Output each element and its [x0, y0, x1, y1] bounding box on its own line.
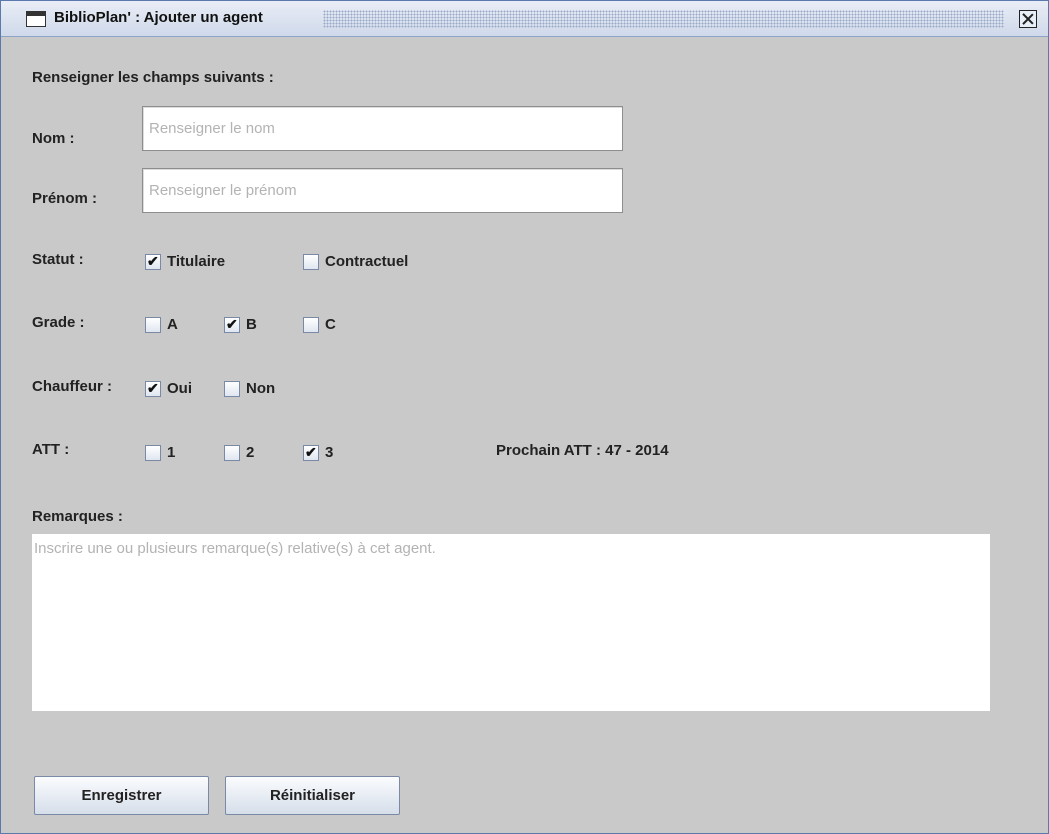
chauffeur-label: Chauffeur :: [32, 378, 112, 395]
checkbox-label: C: [325, 316, 336, 333]
checkbox-icon: [145, 444, 161, 461]
checkbox-label: 1: [167, 444, 176, 461]
checkbox-label: 2: [246, 444, 255, 461]
checkbox-icon: [303, 444, 319, 461]
checkbox-label: Oui: [167, 380, 192, 397]
chauffeur-non-checkbox[interactable]: Non: [224, 380, 275, 397]
checkbox-icon: [303, 253, 319, 270]
grade-a-checkbox[interactable]: A: [145, 316, 178, 333]
checkbox-icon: [145, 380, 161, 397]
remarques-textarea[interactable]: [32, 534, 990, 711]
nom-label: Nom :: [32, 130, 75, 147]
statut-contractuel-checkbox[interactable]: Contractuel: [303, 253, 408, 270]
nom-input[interactable]: [142, 106, 623, 151]
remarques-label: Remarques :: [32, 508, 123, 525]
grade-c-checkbox[interactable]: C: [303, 316, 336, 333]
statut-titulaire-checkbox[interactable]: Titulaire: [145, 253, 225, 270]
checkbox-icon: [224, 444, 240, 461]
grade-label: Grade :: [32, 314, 85, 331]
att-label: ATT :: [32, 441, 70, 458]
grade-b-checkbox[interactable]: B: [224, 316, 257, 333]
window-icon: [26, 11, 46, 27]
save-button[interactable]: Enregistrer: [34, 776, 209, 815]
checkbox-label: Non: [246, 380, 276, 397]
checkbox-label: Contractuel: [325, 253, 409, 270]
att-2-checkbox[interactable]: 2: [224, 444, 254, 461]
form-intro: Renseigner les champs suivants :: [32, 69, 274, 86]
prenom-label: Prénom :: [32, 190, 98, 207]
add-agent-window: BiblioPlan' : Ajouter un agent Renseigne…: [0, 0, 1049, 834]
checkbox-icon: [145, 253, 161, 270]
checkbox-icon: [224, 316, 240, 333]
checkbox-label: 3: [325, 444, 334, 461]
checkbox-label: A: [167, 316, 178, 333]
next-att-label: Prochain ATT : 47 - 2014: [496, 442, 669, 459]
statut-label: Statut :: [32, 251, 84, 268]
close-icon[interactable]: [1019, 10, 1037, 28]
att-3-checkbox[interactable]: 3: [303, 444, 333, 461]
reset-button[interactable]: Réinitialiser: [225, 776, 400, 815]
chauffeur-oui-checkbox[interactable]: Oui: [145, 380, 192, 397]
prenom-input[interactable]: [142, 168, 623, 213]
window-title: BiblioPlan' : Ajouter un agent: [54, 9, 263, 26]
checkbox-icon: [145, 316, 161, 333]
checkbox-label: B: [246, 316, 257, 333]
checkbox-icon: [224, 380, 240, 397]
title-bar[interactable]: BiblioPlan' : Ajouter un agent: [1, 1, 1048, 37]
att-1-checkbox[interactable]: 1: [145, 444, 175, 461]
title-bar-texture: [323, 10, 1004, 28]
checkbox-label: Titulaire: [167, 253, 226, 270]
checkbox-icon: [303, 316, 319, 333]
